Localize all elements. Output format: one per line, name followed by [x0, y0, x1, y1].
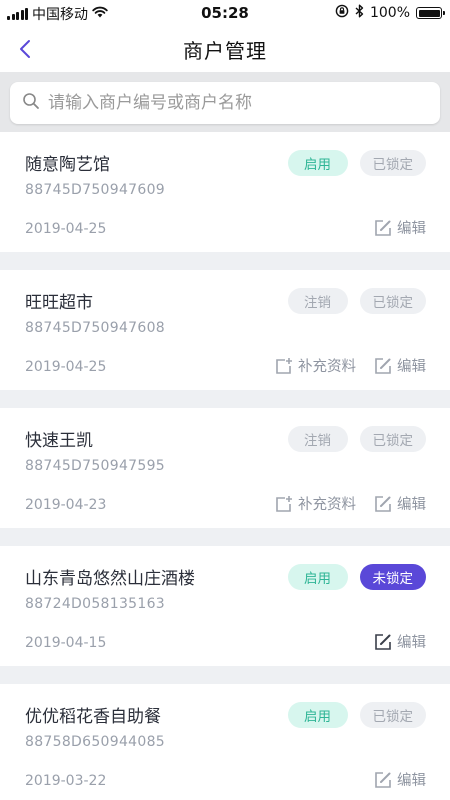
supplement-label: 补充资料	[298, 359, 356, 375]
merchant-code: 88745D750947609	[25, 182, 165, 198]
edit-label: 编辑	[397, 221, 426, 237]
merchant-card[interactable]: 旺旺超市 88745D750947608 2019-04-25 注销 已锁定 补…	[0, 270, 450, 390]
edit-label: 编辑	[397, 359, 426, 375]
merchant-card[interactable]: 随意陶艺馆 88745D750947609 2019-04-25 启用 已锁定 …	[0, 132, 450, 252]
search-box[interactable]	[10, 82, 440, 124]
merchant-card[interactable]: 山东青岛悠然山庄酒楼 88724D058135163 2019-04-15 启用…	[0, 546, 450, 666]
merchant-code: 88724D058135163	[25, 596, 165, 612]
bluetooth-icon	[355, 4, 364, 22]
lock-badge[interactable]: 已锁定	[359, 702, 426, 728]
merchant-date: 2019-04-15	[25, 635, 107, 651]
edit-icon	[375, 219, 391, 236]
merchant-date: 2019-04-25	[25, 221, 107, 237]
action-group: 编辑	[374, 631, 426, 652]
edit-label: 编辑	[397, 773, 426, 789]
edit-label: 编辑	[397, 635, 426, 651]
edit-icon	[375, 495, 391, 512]
edit-icon	[375, 633, 391, 650]
merchant-name: 优优稻花香自助餐	[25, 707, 161, 727]
merchant-date: 2019-03-22	[25, 773, 107, 789]
add-document-icon	[276, 495, 292, 512]
status-right: 100%	[335, 4, 445, 22]
lock-badge[interactable]: 已锁定	[359, 150, 426, 176]
back-button[interactable]	[14, 36, 36, 62]
merchant-date: 2019-04-23	[25, 497, 107, 513]
merchant-name: 旺旺超市	[25, 293, 93, 313]
edit-button[interactable]: 编辑	[374, 631, 426, 652]
search-icon	[22, 92, 40, 114]
search-bar	[0, 72, 450, 132]
add-document-icon	[276, 357, 292, 374]
badge-group: 启用 未锁定	[287, 564, 426, 590]
merchant-list: 随意陶艺馆 88745D750947609 2019-04-25 启用 已锁定 …	[0, 132, 450, 800]
badge-group: 启用 已锁定	[287, 150, 426, 176]
action-group: 补充资料 编辑	[275, 493, 426, 514]
supplement-button[interactable]: 补充资料	[275, 493, 356, 514]
chevron-left-icon	[20, 40, 30, 58]
merchant-card[interactable]: 快速王凯 88745D750947595 2019-04-23 注销 已锁定 补…	[0, 408, 450, 528]
lock-badge[interactable]: 已锁定	[359, 288, 426, 314]
status-badge[interactable]: 启用	[287, 702, 348, 728]
supplement-button[interactable]: 补充资料	[275, 355, 356, 376]
battery-percent: 100%	[369, 5, 410, 21]
edit-button[interactable]: 编辑	[374, 769, 426, 790]
supplement-label: 补充资料	[298, 497, 356, 513]
status-bar: 中国移动 05:28 100%	[0, 0, 450, 26]
status-badge[interactable]: 启用	[287, 564, 348, 590]
merchant-name: 山东青岛悠然山庄酒楼	[25, 569, 195, 589]
lock-badge[interactable]: 已锁定	[359, 426, 426, 452]
edit-button[interactable]: 编辑	[374, 217, 426, 238]
orientation-lock-icon	[335, 4, 349, 22]
merchant-name: 随意陶艺馆	[25, 155, 110, 175]
edit-icon	[375, 357, 391, 374]
page-title: 商户管理	[183, 38, 267, 63]
status-badge[interactable]: 注销	[287, 288, 348, 314]
lock-badge[interactable]: 未锁定	[359, 564, 426, 590]
edit-button[interactable]: 编辑	[374, 355, 426, 376]
merchant-code: 88745D750947595	[25, 458, 165, 474]
merchant-code: 88758D650944085	[25, 734, 165, 750]
edit-button[interactable]: 编辑	[374, 493, 426, 514]
action-group: 编辑	[374, 769, 426, 790]
badge-group: 注销 已锁定	[287, 288, 426, 314]
merchant-date: 2019-04-25	[25, 359, 107, 375]
badge-group: 启用 已锁定	[287, 702, 426, 728]
edit-label: 编辑	[397, 497, 426, 513]
status-badge[interactable]: 注销	[287, 426, 348, 452]
battery-icon	[416, 7, 445, 19]
action-group: 补充资料 编辑	[275, 355, 426, 376]
badge-group: 注销 已锁定	[287, 426, 426, 452]
nav-bar: 商户管理	[0, 26, 450, 72]
search-input[interactable]	[48, 93, 440, 113]
status-badge[interactable]: 启用	[287, 150, 348, 176]
merchant-card[interactable]: 优优稻花香自助餐 88758D650944085 2019-03-22 启用 已…	[0, 684, 450, 800]
merchant-code: 88745D750947608	[25, 320, 165, 336]
edit-icon	[375, 771, 391, 788]
action-group: 编辑	[374, 217, 426, 238]
merchant-name: 快速王凯	[25, 431, 93, 451]
